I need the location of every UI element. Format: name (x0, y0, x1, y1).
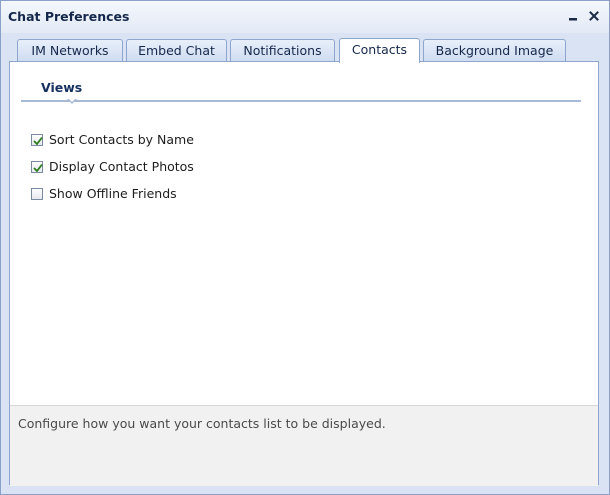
show-offline-checkbox[interactable] (31, 188, 43, 200)
description-footer: Configure how you want your contacts lis… (10, 405, 598, 486)
title-bar: Chat Preferences (1, 1, 609, 33)
tab-embed-chat[interactable]: Embed Chat (126, 39, 227, 61)
sort-by-name-checkbox[interactable] (31, 134, 43, 146)
window-title: Chat Preferences (8, 9, 130, 24)
tab-strip: IM Networks Embed Chat Notifications Con… (9, 38, 601, 63)
minimize-icon[interactable] (565, 7, 581, 25)
tab-contacts[interactable]: Contacts (339, 38, 420, 63)
contacts-panel: Views Sort Contacts by Name Display Cont… (9, 61, 599, 486)
tab-im-networks[interactable]: IM Networks (17, 39, 123, 61)
section-title: Views (41, 80, 83, 95)
tab-notifications[interactable]: Notifications (230, 39, 335, 61)
preferences-window: Chat Preferences IM Networks Embed Chat … (0, 0, 610, 495)
close-icon[interactable] (586, 7, 602, 25)
tab-background-image[interactable]: Background Image (423, 39, 566, 61)
option-label: Display Contact Photos (49, 159, 194, 174)
option-label: Sort Contacts by Name (49, 132, 194, 147)
display-photos-checkbox[interactable] (31, 161, 43, 173)
views-section-header: Views (21, 79, 581, 104)
option-label: Show Offline Friends (49, 186, 177, 201)
footer-description: Configure how you want your contacts lis… (18, 416, 386, 431)
